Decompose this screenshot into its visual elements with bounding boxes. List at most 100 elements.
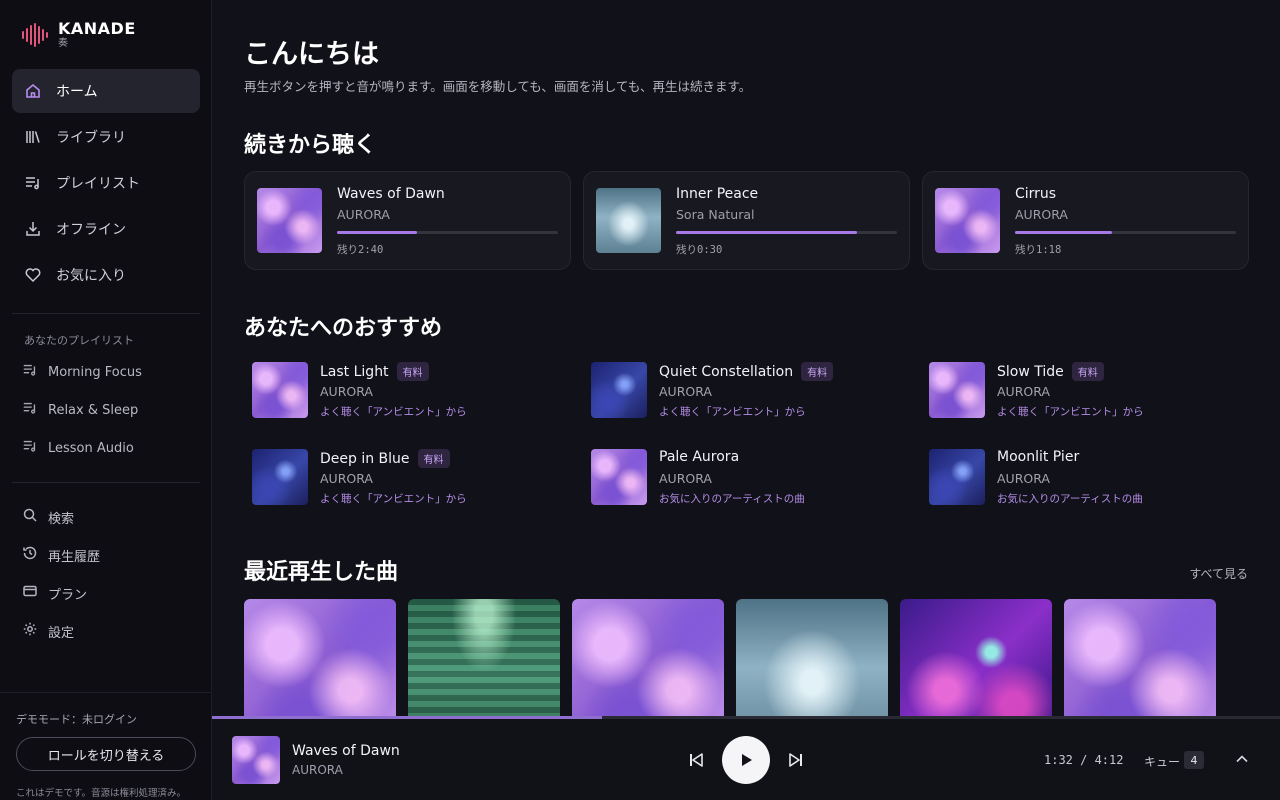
switch-role-button[interactable]: ロールを切り替える xyxy=(16,737,196,771)
track-title: Inner Peace xyxy=(676,186,759,202)
recent-tile[interactable] xyxy=(244,599,396,718)
now-playing-artist: AURORA xyxy=(292,763,343,777)
recommend-item[interactable]: Deep in Blue 有料 AURORA よく聴く「アンビエント」から xyxy=(252,449,572,509)
recent-tile[interactable] xyxy=(1064,599,1216,718)
recent-tile[interactable] xyxy=(572,599,724,718)
recent-tile[interactable] xyxy=(736,599,888,718)
album-art xyxy=(929,449,985,505)
track-title: Pale Aurora xyxy=(659,449,740,465)
nav-item-library[interactable]: ライブラリ xyxy=(12,115,200,159)
nav-label: 再生履歴 xyxy=(48,549,101,565)
continue-card[interactable]: Cirrus AURORA 残り1:18 xyxy=(922,171,1249,270)
time-remaining: 残り2:40 xyxy=(337,244,384,256)
track-title: Cirrus xyxy=(1015,186,1057,202)
paid-badge: 有料 xyxy=(396,362,429,381)
sidebar: KANADE 奏 ホーム ライブラリ プレイリスト オフライン お気に入り あな… xyxy=(0,0,212,800)
playback-time: 1:32 / 4:12 xyxy=(1044,753,1124,767)
recent-heading: 最近再生した曲 xyxy=(244,560,399,585)
player-bar: Waves of Dawn AURORA 1:32 / 4:12 キュー 4 xyxy=(212,719,1280,800)
queue-button[interactable]: キュー xyxy=(1144,753,1180,770)
play-button[interactable] xyxy=(722,736,770,784)
now-playing-title[interactable]: Waves of Dawn xyxy=(292,743,400,759)
recommend-reason: よく聴く「アンビエント」から xyxy=(997,406,1144,418)
track-progress-bar xyxy=(337,231,558,234)
nav-label: プレイリスト xyxy=(56,176,140,192)
recommend-reason: よく聴く「アンビエント」から xyxy=(659,406,806,418)
paid-badge: 有料 xyxy=(417,449,450,468)
heart-icon xyxy=(24,266,42,284)
card-icon xyxy=(22,583,38,603)
gear-icon xyxy=(22,621,38,641)
continue-card[interactable]: Waves of Dawn AURORA 残り2:40 xyxy=(244,171,571,270)
album-art xyxy=(929,362,985,418)
sidebar-playlist-item[interactable]: Lesson Audio xyxy=(22,429,202,467)
sidebar-divider xyxy=(12,482,200,483)
next-button[interactable] xyxy=(784,736,808,784)
main-nav: ホーム ライブラリ プレイリスト オフライン お気に入り xyxy=(12,69,200,299)
nav-label: プラン xyxy=(48,587,88,603)
nav-item-favorites[interactable]: お気に入り xyxy=(12,253,200,297)
nav-label: オフライン xyxy=(56,222,126,238)
playlist-label: Morning Focus xyxy=(48,364,142,380)
album-art xyxy=(257,188,322,253)
recommend-item[interactable]: Last Light 有料 AURORA よく聴く「アンビエント」から xyxy=(252,362,572,422)
track-title: Last Light xyxy=(320,363,389,380)
previous-button[interactable] xyxy=(684,736,708,784)
track-artist: Sora Natural xyxy=(676,207,755,222)
queue-count-badge: 4 xyxy=(1184,751,1204,769)
see-all-link[interactable]: すべて見る xyxy=(1189,565,1248,582)
nav-label: お気に入り xyxy=(56,268,126,284)
track-artist: AURORA xyxy=(337,207,390,222)
playlist-label: Relax & Sleep xyxy=(48,402,139,418)
nav-item-settings[interactable]: 設定 xyxy=(22,612,202,650)
paid-badge: 有料 xyxy=(801,362,834,381)
chevron-up-icon xyxy=(1236,755,1248,763)
track-artist: AURORA xyxy=(997,471,1050,486)
track-title: Waves of Dawn xyxy=(337,186,445,202)
demo-note: これはデモです。音源は権利処理済み。 xyxy=(16,788,187,799)
track-progress-bar xyxy=(1015,231,1236,234)
track-artist: AURORA xyxy=(997,384,1050,399)
playlist-label: Lesson Audio xyxy=(48,440,134,456)
nav-item-offline[interactable]: オフライン xyxy=(12,207,200,251)
track-artist: AURORA xyxy=(659,471,712,486)
album-art xyxy=(591,362,647,418)
nav-item-plan[interactable]: プラン xyxy=(22,574,202,612)
brand[interactable]: KANADE 奏 xyxy=(22,20,136,50)
continue-card[interactable]: Inner Peace Sora Natural 残り0:30 xyxy=(583,171,910,270)
download-icon xyxy=(24,220,42,238)
nav-item-history[interactable]: 再生履歴 xyxy=(22,536,202,574)
nav-item-home[interactable]: ホーム xyxy=(12,69,200,113)
recommend-reason: お気に入りのアーティストの曲 xyxy=(659,493,805,505)
recommend-item[interactable]: Quiet Constellation 有料 AURORA よく聴く「アンビエント… xyxy=(591,362,911,422)
recommend-reason: よく聴く「アンビエント」から xyxy=(320,493,467,505)
recommend-item[interactable]: Moonlit Pier AURORA お気に入りのアーティストの曲 xyxy=(929,449,1249,509)
recommend-reason: お気に入りのアーティストの曲 xyxy=(997,493,1143,505)
brand-name: KANADE xyxy=(58,19,136,38)
playlist-icon xyxy=(22,400,38,420)
nav-label: ホーム xyxy=(56,84,98,100)
recent-tile[interactable] xyxy=(408,599,560,718)
sidebar-playlist-item[interactable]: Relax & Sleep xyxy=(22,391,202,429)
home-icon xyxy=(24,82,42,100)
sidebar-divider xyxy=(12,313,200,314)
recommend-item[interactable]: Pale Aurora AURORA お気に入りのアーティストの曲 xyxy=(591,449,911,509)
track-title: Deep in Blue xyxy=(320,450,410,467)
playlist-icon xyxy=(22,362,38,382)
history-icon xyxy=(22,545,38,565)
recent-tile[interactable] xyxy=(900,599,1052,718)
track-title: Slow Tide xyxy=(997,363,1064,380)
recommend-item[interactable]: Slow Tide 有料 AURORA よく聴く「アンビエント」から xyxy=(929,362,1249,422)
playlists-heading: あなたのプレイリスト xyxy=(24,334,134,347)
play-icon xyxy=(742,754,752,766)
now-playing-art[interactable] xyxy=(232,736,280,784)
sidebar-playlist-item[interactable]: Morning Focus xyxy=(22,353,202,391)
expand-player-button[interactable] xyxy=(1232,749,1252,769)
nav-label: ライブラリ xyxy=(56,130,126,146)
playlist-icon xyxy=(24,174,42,192)
nav-item-playlist[interactable]: プレイリスト xyxy=(12,161,200,205)
track-artist: AURORA xyxy=(1015,207,1068,222)
album-art xyxy=(252,362,308,418)
brand-sub: 奏 xyxy=(58,38,68,49)
nav-item-search[interactable]: 検索 xyxy=(22,498,202,536)
